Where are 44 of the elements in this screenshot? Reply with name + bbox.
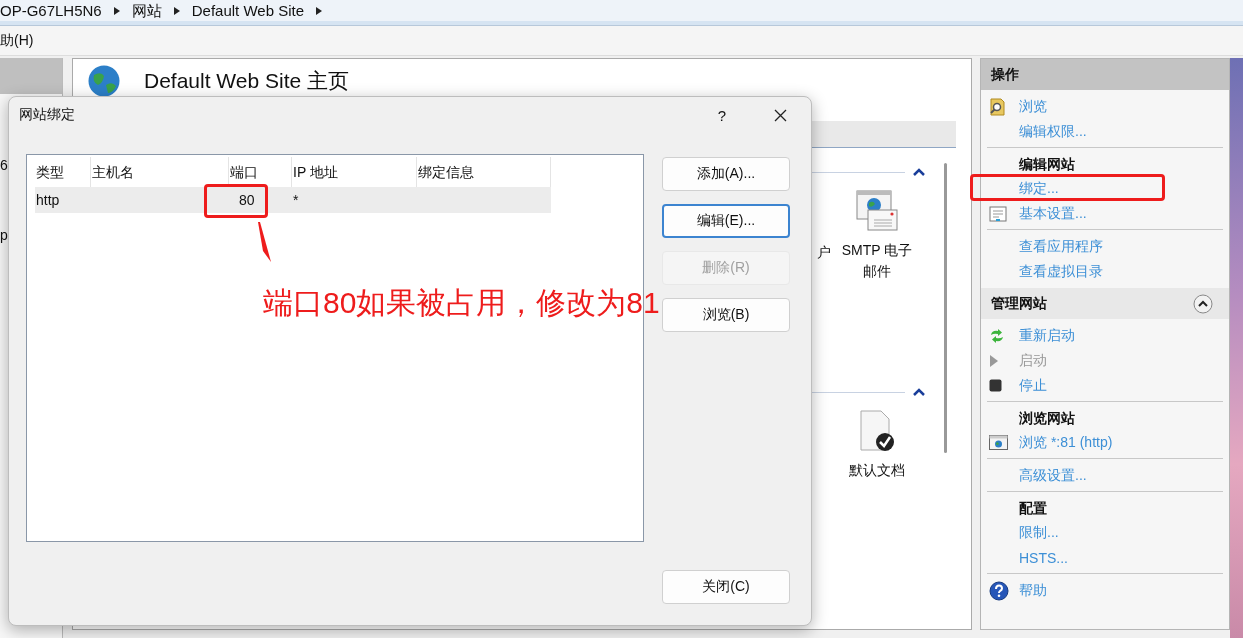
help-icon	[989, 580, 1009, 601]
action-heading: 配置	[1019, 499, 1047, 518]
stop-icon	[989, 379, 1002, 392]
annotation-text: 端口80如果被占用，修改为81	[263, 285, 660, 321]
document-check-icon[interactable]	[857, 410, 897, 452]
breadcrumb-arrow-icon	[113, 6, 120, 15]
page-title: Default Web Site 主页	[144, 68, 350, 94]
table-cell: 80	[239, 192, 255, 208]
section-title: 管理网站	[991, 294, 1047, 313]
refresh-icon	[989, 327, 1005, 344]
breadcrumb-item[interactable]: Default Web Site	[191, 1, 304, 20]
highlight-box	[204, 184, 268, 218]
scrollbar[interactable]	[944, 163, 947, 453]
close-icon[interactable]	[774, 108, 787, 122]
collapse-icon[interactable]	[1193, 293, 1213, 314]
table-row[interactable]: http 80 *	[35, 187, 551, 213]
collapse-icon[interactable]	[913, 168, 925, 176]
table-cell: *	[293, 192, 299, 208]
collapse-icon[interactable]	[913, 388, 925, 396]
feature-label[interactable]: 户	[817, 242, 831, 282]
browser-window-icon	[989, 435, 1008, 450]
feature-label[interactable]: 默认文档	[839, 460, 915, 481]
section-title: 操作	[991, 65, 1019, 84]
action-heading: 浏览网站	[1019, 409, 1075, 428]
mail-globe-icon[interactable]	[856, 190, 898, 232]
breadcrumb-item[interactable]: 网站	[131, 1, 162, 20]
folder-search-icon	[989, 97, 1007, 116]
play-icon	[989, 353, 999, 368]
close-button[interactable]: 关闭(C)	[662, 570, 790, 604]
dialog-button[interactable]: 添加(A)...	[662, 157, 790, 191]
feature-label[interactable]: SMTP 电子邮件	[839, 240, 915, 282]
dialog-button[interactable]: 编辑(E)...	[662, 204, 790, 238]
table-cell: http	[36, 192, 60, 208]
dialog-button[interactable]: 浏览(B)	[662, 298, 790, 332]
dialog-title: 网站绑定	[19, 106, 76, 124]
annotation-arrow	[257, 221, 273, 263]
breadcrumb-item[interactable]: OP-G67LH5N6	[0, 1, 102, 20]
form-icon	[989, 205, 1007, 222]
breadcrumb-arrow-icon	[173, 6, 180, 15]
menu-item[interactable]: 助(H)	[0, 31, 34, 50]
breadcrumb-arrow-icon	[316, 6, 322, 15]
help-button[interactable]: ?	[717, 106, 726, 124]
action-heading: 编辑网站	[1019, 155, 1075, 174]
globe-icon	[88, 65, 120, 97]
